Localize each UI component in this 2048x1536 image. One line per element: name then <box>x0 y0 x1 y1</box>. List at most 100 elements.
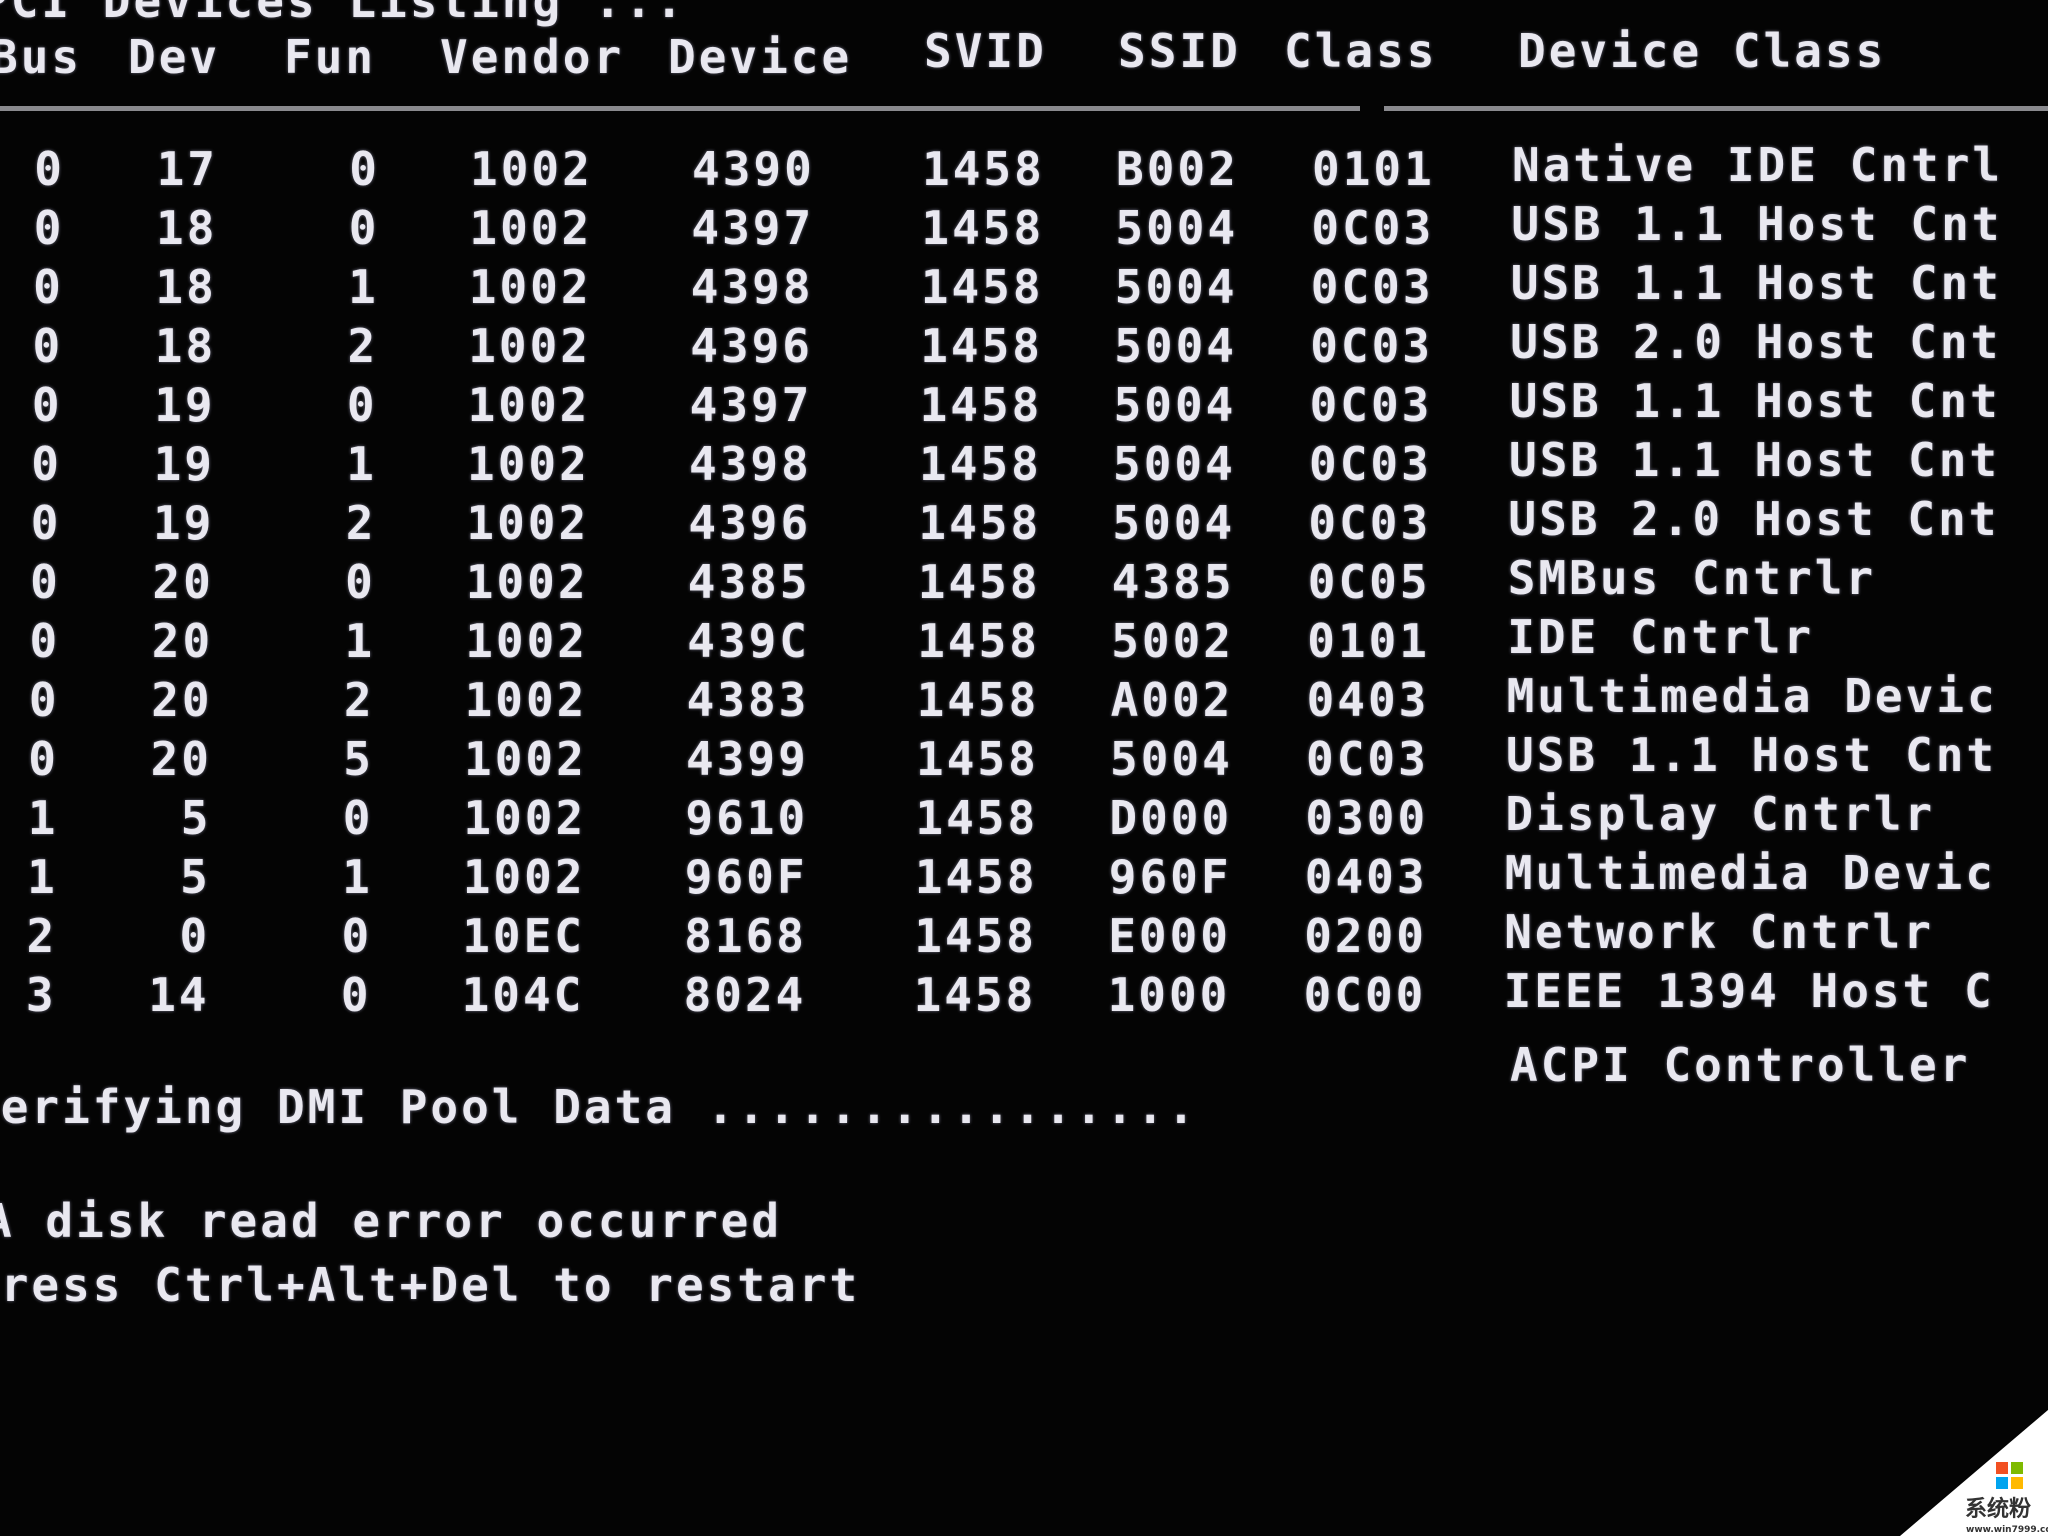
cell-device-class: USB 2.0 Host Cnt <box>1508 492 2000 546</box>
cell-vendor: 10EC <box>462 909 585 963</box>
cell-class: 0403 <box>1306 673 1430 727</box>
watermark-name: 系统粉 <box>1965 1496 2031 1522</box>
cell-svid: 1458 <box>917 614 1040 668</box>
cell-device: 4397 <box>689 378 813 432</box>
cell-vendor: 1002 <box>469 201 593 255</box>
cell-device: 9610 <box>685 791 809 845</box>
cell-bus: 0 <box>30 555 61 609</box>
cell-vendor: 1002 <box>466 496 590 550</box>
cell-fun: 2 <box>343 673 375 727</box>
cell-device-class: Display Cntrlr <box>1505 787 1936 841</box>
cell-bus: 0 <box>31 437 62 491</box>
cell-fun: 1 <box>344 614 376 668</box>
cell-dev: 18 <box>154 319 217 373</box>
cell-fun: 0 <box>346 378 378 432</box>
cell-device-class: USB 2.0 Host Cnt <box>1510 315 2002 369</box>
cell-bus: 0 <box>30 496 62 550</box>
cell-svid: 1458 <box>914 850 1038 904</box>
cell-dev: 19 <box>153 437 215 491</box>
column-header-fun: Fun <box>284 30 377 84</box>
column-header-vendor: Vendor <box>440 30 625 84</box>
cell-svid: 1458 <box>916 732 1039 786</box>
cell-ssid: 5004 <box>1115 201 1239 255</box>
cell-svid: 1458 <box>916 673 1040 727</box>
cell-vendor: 1002 <box>463 791 587 845</box>
cell-dev: 20 <box>150 732 212 786</box>
cell-ssid: 5004 <box>1110 732 1233 786</box>
column-header-device-class: Device Class <box>1518 24 1887 78</box>
cell-class: 0C03 <box>1310 319 1433 373</box>
cell-fun: 1 <box>346 437 377 491</box>
cell-vendor: 1002 <box>468 260 592 314</box>
cell-svid: 1458 <box>919 378 1043 432</box>
cell-class: 0C03 <box>1311 201 1435 255</box>
cell-device: 4399 <box>686 732 809 786</box>
cell-class: 0C03 <box>1309 378 1433 432</box>
cell-device: 4390 <box>692 142 815 196</box>
cell-vendor: 1002 <box>464 673 588 727</box>
cell-fun: 0 <box>341 909 373 963</box>
column-header-bus: Bus <box>0 30 83 84</box>
cell-ssid: 5004 <box>1113 378 1237 432</box>
screen-title: PCI Devices Listing ... <box>0 0 686 28</box>
cell-ssid: 1000 <box>1107 968 1231 1022</box>
dmi-status-line: Verifying DMI Pool Data ................ <box>0 1080 1198 1134</box>
cell-device-class: IDE Cntrlr <box>1507 610 1815 664</box>
cell-device-class: USB 1.1 Host Cnt <box>1511 197 2003 251</box>
cell-device-class: USB 1.1 Host Cnt <box>1506 728 1998 782</box>
cell-svid: 1458 <box>917 555 1041 609</box>
column-header-svid: SVID <box>924 24 1047 78</box>
cell-ssid: D000 <box>1109 791 1233 845</box>
cell-bus: 0 <box>28 673 60 727</box>
cell-class: 0C03 <box>1306 732 1429 786</box>
cell-device-class: SMBus Cntrlr <box>1507 551 1877 605</box>
cell-dev: 20 <box>151 614 214 668</box>
cell-bus: 0 <box>31 378 63 432</box>
cell-device: 4396 <box>688 496 812 550</box>
cell-dev: 20 <box>152 555 214 609</box>
watermark-url: www.win7999.com <box>1966 1525 2048 1535</box>
cell-vendor: 104C <box>461 968 585 1022</box>
cell-device-class: Network Cntrlr <box>1504 905 1934 959</box>
cell-device: 8024 <box>683 968 807 1022</box>
cell-device-class: USB 1.1 Host Cnt <box>1509 374 2001 428</box>
cell-device: 4383 <box>686 673 810 727</box>
cell-fun: 5 <box>343 732 374 786</box>
cell-dev: 19 <box>153 496 215 550</box>
cell-ssid: 5004 <box>1113 437 1236 491</box>
cell-device: 8168 <box>684 909 807 963</box>
cell-fun: 2 <box>347 319 379 373</box>
cell-device: 439C <box>687 614 810 668</box>
cell-vendor: 1002 <box>467 378 591 432</box>
cell-ssid: 5004 <box>1114 260 1238 314</box>
disk-error-message: A disk read error occurred <box>0 1194 783 1248</box>
cell-vendor: 1002 <box>465 614 588 668</box>
cell-bus: 0 <box>33 201 65 255</box>
cell-device-class: Native IDE Cntrl <box>1512 138 2004 192</box>
cell-class: 0C05 <box>1307 555 1431 609</box>
cell-class: 0300 <box>1305 791 1429 845</box>
cell-class: 0101 <box>1312 142 1435 196</box>
cell-fun: 0 <box>340 968 372 1022</box>
acpi-device-class: ACPI Controller <box>1510 1038 1971 1092</box>
cell-class: 0403 <box>1304 850 1428 904</box>
cell-fun: 0 <box>349 142 380 196</box>
cell-dev: 5 <box>180 850 211 904</box>
cell-vendor: 1002 <box>470 142 593 196</box>
cell-dev: 14 <box>148 968 210 1022</box>
cell-svid: 1458 <box>920 260 1044 314</box>
column-header-device: Device <box>668 30 853 84</box>
cell-class: 0C03 <box>1308 496 1432 550</box>
cell-device: 4398 <box>689 437 812 491</box>
cell-dev: 20 <box>151 673 213 727</box>
cell-class: 0C03 <box>1310 260 1434 314</box>
cell-fun: 0 <box>345 555 376 609</box>
cell-bus: 0 <box>28 732 59 786</box>
cell-ssid: 5004 <box>1114 319 1237 373</box>
cell-bus: 2 <box>26 909 58 963</box>
divider <box>0 106 2048 111</box>
cell-fun: 0 <box>348 201 380 255</box>
cell-bus: 0 <box>34 142 65 196</box>
cell-device-class: USB 1.1 Host Cnt <box>1509 433 2001 487</box>
cell-dev: 0 <box>179 909 211 963</box>
